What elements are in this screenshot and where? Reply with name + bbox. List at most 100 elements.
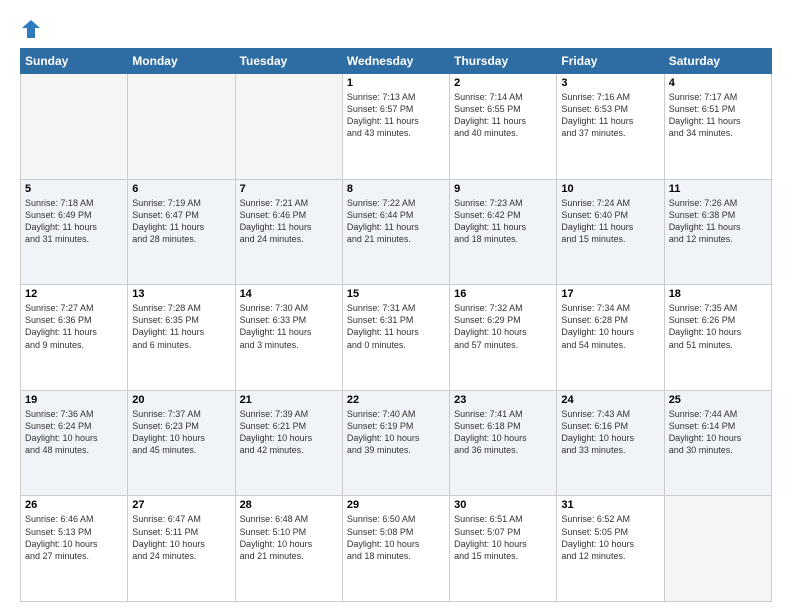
day-number: 2 — [454, 77, 552, 89]
calendar-cell: 20 Sunrise: 7:37 AM Sunset: 6:23 PM Dayli… — [128, 390, 235, 496]
weekday-header-wednesday: Wednesday — [342, 49, 449, 74]
day-info: Sunrise: 7:28 AM Sunset: 6:35 PM Dayligh… — [132, 302, 230, 351]
day-info: Sunrise: 7:30 AM Sunset: 6:33 PM Dayligh… — [240, 302, 338, 351]
day-number: 12 — [25, 288, 123, 300]
day-number: 4 — [669, 77, 767, 89]
weekday-header-tuesday: Tuesday — [235, 49, 342, 74]
day-info: Sunrise: 6:46 AM Sunset: 5:13 PM Dayligh… — [25, 513, 123, 562]
weekday-header-friday: Friday — [557, 49, 664, 74]
day-number: 21 — [240, 394, 338, 406]
calendar-cell — [664, 496, 771, 602]
calendar-cell: 3Sunrise: 7:16 AM Sunset: 6:53 PM Daylig… — [557, 74, 664, 180]
day-info: Sunrise: 7:44 AM Sunset: 6:14 PM Dayligh… — [669, 408, 767, 457]
day-info: Sunrise: 7:32 AM Sunset: 6:29 PM Dayligh… — [454, 302, 552, 351]
day-info: Sunrise: 7:22 AM Sunset: 6:44 PM Dayligh… — [347, 197, 445, 246]
calendar-cell: 24 Sunrise: 7:43 AM Sunset: 6:16 PM Dayli… — [557, 390, 664, 496]
weekday-header-sunday: Sunday — [21, 49, 128, 74]
calendar-cell: 26 Sunrise: 6:46 AM Sunset: 5:13 PM Dayli… — [21, 496, 128, 602]
calendar-cell: 16 Sunrise: 7:32 AM Sunset: 6:29 PM Dayli… — [450, 285, 557, 391]
day-number: 10 — [561, 183, 659, 195]
calendar-cell: 6 Sunrise: 7:19 AM Sunset: 6:47 PM Daylig… — [128, 179, 235, 285]
calendar-cell: 25 Sunrise: 7:44 AM Sunset: 6:14 PM Dayli… — [664, 390, 771, 496]
calendar-cell: 28 Sunrise: 6:48 AM Sunset: 5:10 PM Dayli… — [235, 496, 342, 602]
calendar-cell — [21, 74, 128, 180]
calendar-week-3: 12Sunrise: 7:27 AM Sunset: 6:36 PM Dayli… — [21, 285, 772, 391]
day-info: Sunrise: 7:26 AM Sunset: 6:38 PM Dayligh… — [669, 197, 767, 246]
day-number: 28 — [240, 499, 338, 511]
header — [20, 18, 772, 40]
day-number: 7 — [240, 183, 338, 195]
calendar-cell — [235, 74, 342, 180]
day-number: 9 — [454, 183, 552, 195]
calendar-cell: 1Sunrise: 7:13 AM Sunset: 6:57 PM Daylig… — [342, 74, 449, 180]
calendar-cell: 14 Sunrise: 7:30 AM Sunset: 6:33 PM Dayli… — [235, 285, 342, 391]
logo — [20, 18, 46, 40]
day-number: 16 — [454, 288, 552, 300]
day-number: 23 — [454, 394, 552, 406]
day-info: Sunrise: 7:18 AM Sunset: 6:49 PM Dayligh… — [25, 197, 123, 246]
weekday-header-monday: Monday — [128, 49, 235, 74]
day-info: Sunrise: 7:16 AM Sunset: 6:53 PM Dayligh… — [561, 91, 659, 140]
day-number: 26 — [25, 499, 123, 511]
calendar-cell: 11 Sunrise: 7:26 AM Sunset: 6:38 PM Dayli… — [664, 179, 771, 285]
calendar-cell: 30Sunrise: 6:51 AM Sunset: 5:07 PM Dayli… — [450, 496, 557, 602]
day-info: Sunrise: 7:41 AM Sunset: 6:18 PM Dayligh… — [454, 408, 552, 457]
calendar-week-2: 5 Sunrise: 7:18 AM Sunset: 6:49 PM Daylig… — [21, 179, 772, 285]
day-number: 1 — [347, 77, 445, 89]
day-number: 13 — [132, 288, 230, 300]
day-info: Sunrise: 7:24 AM Sunset: 6:40 PM Dayligh… — [561, 197, 659, 246]
weekday-header-thursday: Thursday — [450, 49, 557, 74]
weekday-header-saturday: Saturday — [664, 49, 771, 74]
calendar-cell: 31 Sunrise: 6:52 AM Sunset: 5:05 PM Dayli… — [557, 496, 664, 602]
page: SundayMondayTuesdayWednesdayThursdayFrid… — [0, 0, 792, 612]
day-number: 14 — [240, 288, 338, 300]
day-info: Sunrise: 7:21 AM Sunset: 6:46 PM Dayligh… — [240, 197, 338, 246]
day-number: 19 — [25, 394, 123, 406]
calendar-cell: 2 Sunrise: 7:14 AM Sunset: 6:55 PM Daylig… — [450, 74, 557, 180]
day-number: 8 — [347, 183, 445, 195]
calendar-week-5: 26 Sunrise: 6:46 AM Sunset: 5:13 PM Dayli… — [21, 496, 772, 602]
logo-icon — [20, 18, 42, 40]
day-info: Sunrise: 7:37 AM Sunset: 6:23 PM Dayligh… — [132, 408, 230, 457]
day-number: 20 — [132, 394, 230, 406]
calendar-cell: 13 Sunrise: 7:28 AM Sunset: 6:35 PM Dayli… — [128, 285, 235, 391]
day-info: Sunrise: 7:31 AM Sunset: 6:31 PM Dayligh… — [347, 302, 445, 351]
day-number: 5 — [25, 183, 123, 195]
day-info: Sunrise: 7:34 AM Sunset: 6:28 PM Dayligh… — [561, 302, 659, 351]
day-info: Sunrise: 6:52 AM Sunset: 5:05 PM Dayligh… — [561, 513, 659, 562]
day-info: Sunrise: 7:35 AM Sunset: 6:26 PM Dayligh… — [669, 302, 767, 351]
day-info: Sunrise: 6:50 AM Sunset: 5:08 PM Dayligh… — [347, 513, 445, 562]
calendar-cell — [128, 74, 235, 180]
day-number: 15 — [347, 288, 445, 300]
day-number: 27 — [132, 499, 230, 511]
calendar-cell: 27 Sunrise: 6:47 AM Sunset: 5:11 PM Dayli… — [128, 496, 235, 602]
day-info: Sunrise: 7:17 AM Sunset: 6:51 PM Dayligh… — [669, 91, 767, 140]
day-number: 17 — [561, 288, 659, 300]
day-info: Sunrise: 6:47 AM Sunset: 5:11 PM Dayligh… — [132, 513, 230, 562]
calendar-cell: 29 Sunrise: 6:50 AM Sunset: 5:08 PM Dayli… — [342, 496, 449, 602]
day-number: 11 — [669, 183, 767, 195]
day-number: 6 — [132, 183, 230, 195]
calendar-cell: 9 Sunrise: 7:23 AM Sunset: 6:42 PM Daylig… — [450, 179, 557, 285]
day-number: 29 — [347, 499, 445, 511]
day-info: Sunrise: 7:43 AM Sunset: 6:16 PM Dayligh… — [561, 408, 659, 457]
day-number: 22 — [347, 394, 445, 406]
calendar-week-1: 1Sunrise: 7:13 AM Sunset: 6:57 PM Daylig… — [21, 74, 772, 180]
calendar-cell: 8 Sunrise: 7:22 AM Sunset: 6:44 PM Daylig… — [342, 179, 449, 285]
day-info: Sunrise: 7:23 AM Sunset: 6:42 PM Dayligh… — [454, 197, 552, 246]
day-info: Sunrise: 6:48 AM Sunset: 5:10 PM Dayligh… — [240, 513, 338, 562]
calendar-cell: 7 Sunrise: 7:21 AM Sunset: 6:46 PM Daylig… — [235, 179, 342, 285]
calendar-cell: 17 Sunrise: 7:34 AM Sunset: 6:28 PM Dayli… — [557, 285, 664, 391]
day-info: Sunrise: 7:19 AM Sunset: 6:47 PM Dayligh… — [132, 197, 230, 246]
calendar-cell: 5 Sunrise: 7:18 AM Sunset: 6:49 PM Daylig… — [21, 179, 128, 285]
day-number: 24 — [561, 394, 659, 406]
calendar-cell: 10 Sunrise: 7:24 AM Sunset: 6:40 PM Dayli… — [557, 179, 664, 285]
day-info: Sunrise: 7:39 AM Sunset: 6:21 PM Dayligh… — [240, 408, 338, 457]
day-info: Sunrise: 6:51 AM Sunset: 5:07 PM Dayligh… — [454, 513, 552, 562]
calendar-cell: 23 Sunrise: 7:41 AM Sunset: 6:18 PM Dayli… — [450, 390, 557, 496]
calendar-cell: 21 Sunrise: 7:39 AM Sunset: 6:21 PM Dayli… — [235, 390, 342, 496]
day-number: 25 — [669, 394, 767, 406]
day-info: Sunrise: 7:14 AM Sunset: 6:55 PM Dayligh… — [454, 91, 552, 140]
calendar-cell: 19Sunrise: 7:36 AM Sunset: 6:24 PM Dayli… — [21, 390, 128, 496]
day-number: 31 — [561, 499, 659, 511]
